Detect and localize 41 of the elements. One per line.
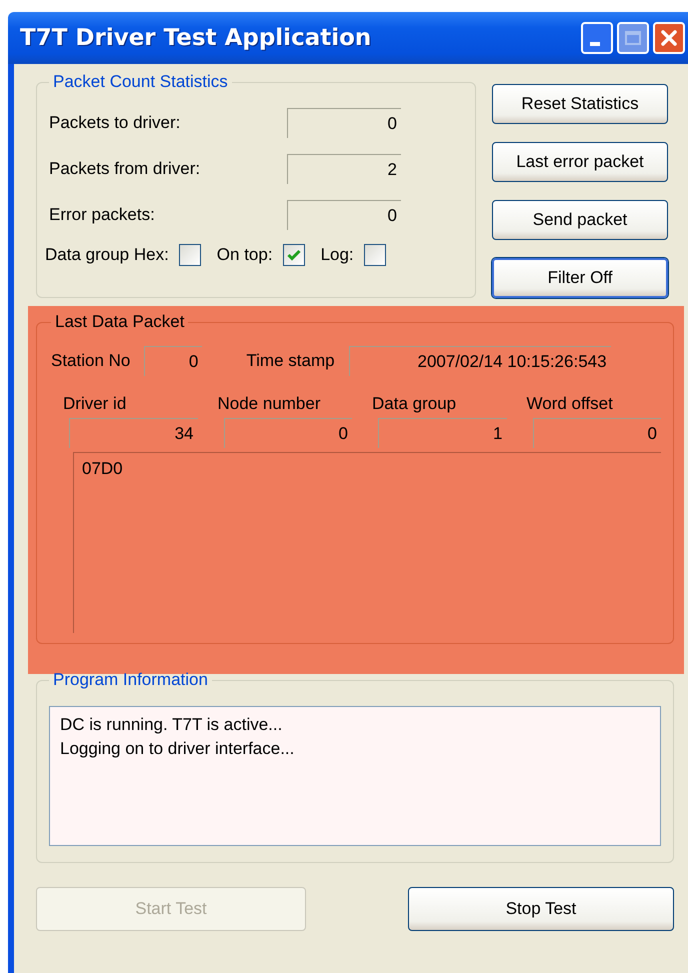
group-title: Program Information (52, 670, 209, 690)
count-field: 2 (287, 154, 401, 184)
count-field: 0 (287, 108, 401, 138)
checkbox-label: On top: (216, 245, 273, 265)
checkmark-icon (286, 249, 301, 261)
x-glyph (660, 29, 678, 47)
checkbox[interactable] (178, 244, 201, 266)
group-title: Packet Count Statistics (52, 72, 229, 92)
action-button[interactable]: Send packet (492, 200, 668, 240)
group-title: Last Data Packet (54, 312, 186, 332)
field-label: Packets to driver: (49, 113, 182, 133)
value-field: 1 (378, 418, 506, 448)
column-label: Driver id (63, 394, 128, 414)
station-field: 0 (144, 346, 202, 376)
count-field: 0 (287, 200, 401, 230)
column-label: Node number (218, 394, 322, 414)
checkbox[interactable] (364, 244, 386, 266)
checkbox[interactable] (282, 244, 305, 266)
checkbox-label: Log: (320, 245, 354, 265)
log-line: Logging on to driver interface... (60, 738, 296, 760)
field-label: Error packets: (49, 205, 156, 225)
maximize-icon[interactable] (617, 22, 649, 54)
log-line: DC is running. T7T is active... (60, 714, 284, 736)
value-field: 0 (532, 418, 661, 448)
window-title: T7T Driver Test Application (20, 25, 372, 51)
action-button[interactable]: Reset Statistics (492, 84, 668, 124)
checkbox-label: Data group Hex: (45, 245, 169, 265)
timestamp-field: 2007/02/14 10:15:26:543 (348, 346, 611, 376)
data-text-area: 07D0 (73, 452, 661, 633)
value-field: 0 (224, 418, 352, 448)
field-label: Time stamp (246, 351, 335, 371)
column-label: Word offset (526, 394, 614, 414)
column-label: Data group (372, 394, 458, 414)
action-button[interactable]: Filter Off (492, 258, 668, 298)
action-button[interactable]: Last error packet (492, 142, 668, 182)
value-field: 34 (69, 418, 198, 448)
field-label: Station No (51, 351, 130, 371)
field-label: Packets from driver: (49, 159, 202, 179)
minimize-icon[interactable] (581, 22, 613, 54)
test-button[interactable]: Stop Test (408, 887, 674, 931)
close-icon[interactable] (653, 22, 685, 54)
